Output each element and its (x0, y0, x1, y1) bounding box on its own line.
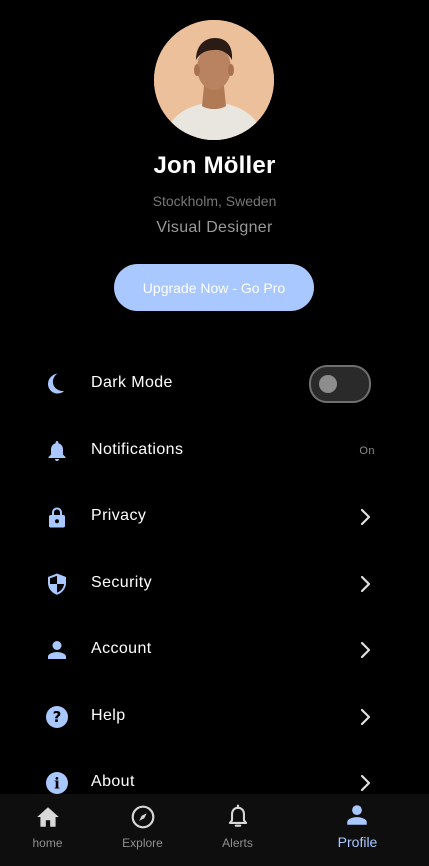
avatar (154, 20, 274, 140)
nav-alerts-label: Alerts (222, 836, 253, 850)
svg-text:i: i (54, 775, 60, 793)
chevron-right-icon (356, 505, 376, 529)
nav-profile-label: Profile (337, 834, 378, 850)
person-icon (45, 638, 69, 662)
dark-mode-label: Dark Mode (91, 374, 173, 391)
nav-item-profile[interactable]: Profile (310, 794, 405, 866)
info-icon: i (45, 771, 69, 795)
upgrade-button[interactable]: Upgrade Now - Go Pro (114, 264, 314, 311)
person-icon (344, 802, 370, 828)
shield-icon (45, 572, 69, 596)
menu-item-dark-mode[interactable]: Dark Mode (0, 354, 429, 414)
bottom-navigation: home Explore Alerts Profile (0, 794, 429, 866)
nav-item-alerts[interactable]: Alerts (190, 794, 285, 866)
home-icon (35, 804, 61, 830)
svg-text:?: ? (53, 708, 62, 726)
compass-icon (130, 804, 156, 830)
nav-item-explore[interactable]: Explore (95, 794, 190, 866)
dark-mode-toggle[interactable] (309, 365, 371, 403)
avatar-photo (154, 20, 274, 140)
bell-icon (45, 439, 69, 463)
bell-outline-icon (225, 804, 251, 830)
profile-location: Stockholm, Sweden (152, 193, 277, 209)
menu-item-notifications[interactable]: Notifications On (0, 421, 429, 481)
profile-role: Visual Designer (156, 219, 273, 236)
chevron-right-icon (356, 638, 376, 662)
nav-explore-label: Explore (122, 836, 163, 850)
privacy-label: Privacy (91, 507, 147, 524)
menu-item-security[interactable]: Security (0, 554, 429, 614)
lock-icon (45, 505, 69, 529)
nav-item-home[interactable]: home (0, 794, 95, 866)
profile-screen: Jon Möller Stockholm, Sweden Visual Desi… (0, 0, 429, 866)
notifications-label: Notifications (91, 441, 184, 458)
menu-item-account[interactable]: Account (0, 620, 429, 680)
account-label: Account (91, 640, 152, 657)
security-label: Security (91, 574, 152, 591)
about-label: About (91, 773, 135, 790)
profile-name: Jon Möller (153, 152, 276, 179)
menu-item-help[interactable]: ? Help (0, 687, 429, 747)
moon-icon (45, 372, 69, 396)
toggle-knob (319, 375, 337, 393)
chevron-right-icon (356, 705, 376, 729)
help-label: Help (91, 707, 126, 724)
nav-home-label: home (32, 836, 63, 850)
help-circle-icon: ? (45, 705, 69, 729)
menu-item-privacy[interactable]: Privacy (0, 487, 429, 547)
chevron-right-icon (356, 771, 376, 795)
chevron-right-icon (356, 572, 376, 596)
notifications-status: On (359, 445, 375, 457)
